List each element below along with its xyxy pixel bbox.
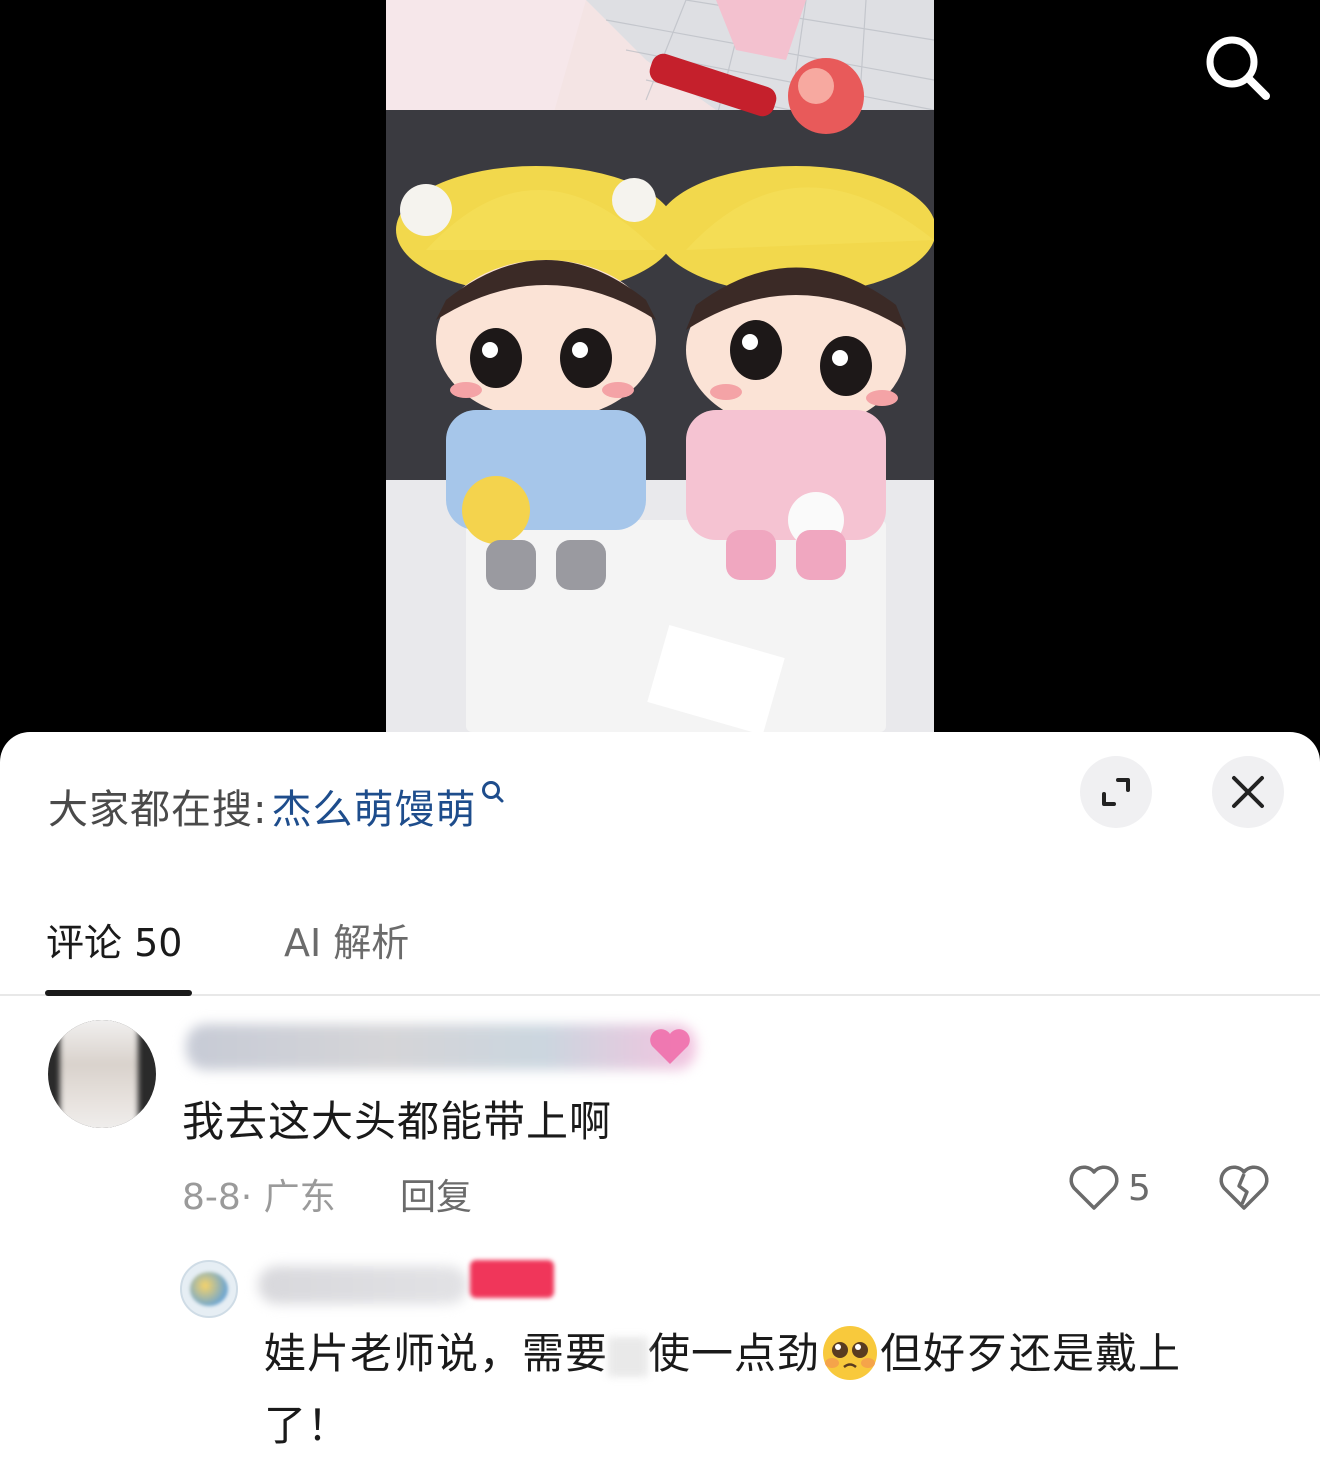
commenter-name-blurred[interactable] <box>186 1024 696 1070</box>
tab-ai-analysis[interactable]: AI 解析 <box>284 912 409 967</box>
comment-date-location: 8-8· 广东 <box>182 1177 336 1218</box>
dislike-button[interactable] <box>1218 1164 1270 1216</box>
pink-heart-icon <box>650 1029 690 1064</box>
reply-text-part2: 使一点劲 <box>648 1329 821 1378</box>
broken-heart-icon <box>1219 1165 1269 1210</box>
reply-button[interactable]: 回复 <box>400 1168 472 1220</box>
trending-prefix: 大家都在搜: <box>48 787 268 833</box>
close-button[interactable] <box>1212 756 1284 828</box>
heart-outline-icon <box>1069 1165 1119 1210</box>
reply-author-name-blurred[interactable] <box>258 1266 468 1304</box>
search-icon <box>1206 36 1270 100</box>
expand-button[interactable] <box>1080 756 1152 828</box>
expand-icon <box>1102 778 1130 806</box>
product-photo[interactable] <box>386 0 934 732</box>
doll-photo-illustration <box>386 0 934 732</box>
active-tab-indicator <box>45 990 192 996</box>
author-badge <box>470 1260 554 1298</box>
like-button[interactable]: 5 <box>1068 1164 1151 1212</box>
search-icon <box>482 781 504 803</box>
blurred-text-fragment <box>608 1336 649 1377</box>
reply-author-avatar[interactable] <box>180 1260 238 1318</box>
comment-text: 我去这大头都能带上啊 <box>182 1097 613 1146</box>
like-count: 5 <box>1128 1167 1151 1209</box>
tab-comments[interactable]: 评论 50 <box>46 912 182 967</box>
close-icon <box>1232 776 1264 808</box>
reply-text-part1: 娃片老师说，需要 <box>264 1329 609 1378</box>
tab-bar: 评论 50 AI 解析 <box>0 902 1320 996</box>
pleading-face-emoji <box>823 1325 878 1380</box>
comment-sheet: 大家都在搜: 杰么萌馒萌 评论 50 AI 解析 我去这大头都能带上啊 8-8·… <box>0 732 1320 1468</box>
search-button[interactable] <box>1200 30 1276 106</box>
reply-text: 娃片老师说，需要 使一点劲 但好歹还是戴上了！ <box>264 1318 1224 1462</box>
trending-search[interactable]: 大家都在搜: 杰么萌馒萌 <box>48 777 506 835</box>
media-viewer <box>0 0 1320 760</box>
trending-term-link[interactable]: 杰么萌馒萌 <box>271 777 476 835</box>
commenter-avatar[interactable] <box>48 1020 156 1128</box>
